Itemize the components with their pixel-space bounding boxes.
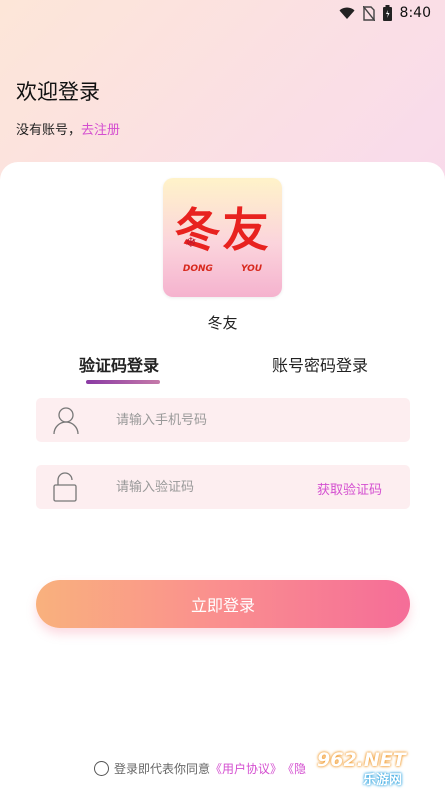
- status-time: 8:40: [399, 5, 431, 21]
- active-tab-indicator: [86, 380, 160, 384]
- signup-prompt: 没有账号，去注册: [16, 119, 120, 138]
- logo-sub-left: DONG: [182, 264, 213, 274]
- agreement-prefix: 登录即代表你同意: [114, 762, 211, 776]
- snowflake-icon: ❄: [185, 235, 197, 251]
- battery-icon: [382, 5, 392, 21]
- user-agreement-link[interactable]: 《用户协议》: [210, 760, 282, 777]
- code-field[interactable]: 获取验证码: [36, 465, 410, 509]
- no-sim-icon: [362, 5, 375, 21]
- get-code-button[interactable]: 获取验证码: [317, 479, 382, 498]
- code-input[interactable]: [116, 465, 316, 509]
- agreement-line: 登录即代表你同意 《用户协议》 《隐: [94, 760, 306, 777]
- lock-icon: [52, 472, 78, 506]
- app-name: 冬友: [207, 314, 238, 332]
- no-account-text: 没有账号，: [16, 123, 82, 138]
- watermark-sub: 乐游网: [363, 773, 403, 788]
- tab-password-login[interactable]: 账号密码登录: [272, 352, 368, 376]
- phone-input[interactable]: [116, 398, 316, 442]
- site-watermark: 962.NET 乐游网: [299, 749, 439, 788]
- signup-link[interactable]: 去注册: [81, 123, 120, 138]
- logo-sub-right: YOU: [240, 264, 263, 274]
- user-icon: [52, 405, 80, 439]
- wifi-icon: [339, 7, 355, 20]
- logo-main-text: 冬友: [174, 203, 271, 257]
- logo-subtitle: DONG YOU: [163, 264, 282, 274]
- login-button[interactable]: 立即登录: [36, 580, 410, 628]
- phone-field[interactable]: [36, 398, 410, 442]
- watermark-brand: 962.NET: [317, 749, 406, 771]
- checkbox-circle-icon[interactable]: [94, 761, 109, 776]
- app-logo: 冬友 ❄ DONG YOU: [163, 178, 282, 297]
- tab-sms-login[interactable]: 验证码登录: [79, 352, 159, 376]
- page-title: 欢迎登录: [16, 80, 100, 104]
- status-bar: 8:40: [0, 0, 445, 26]
